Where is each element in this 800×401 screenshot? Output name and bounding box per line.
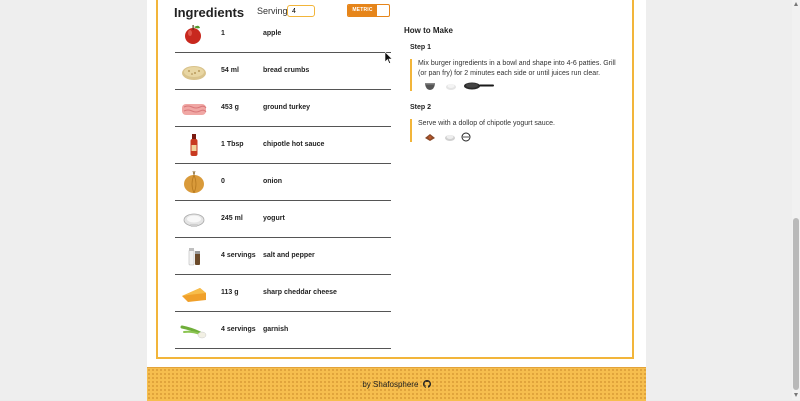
bread-crumbs-icon <box>446 84 456 90</box>
step-2-body: Serve with a dollop of chipotle yogurt s… <box>410 119 625 142</box>
ingredient-quantity: 54 ml <box>221 67 239 74</box>
ingredient-name: salt and pepper <box>263 252 315 259</box>
ingredient-quantity: 0 <box>221 178 225 185</box>
footer-credit-text[interactable]: by Shafosphere <box>362 380 418 389</box>
scroll-down-arrow-icon[interactable] <box>794 393 798 397</box>
ingredient-name: yogurt <box>263 215 285 222</box>
step-1-title: Step 1 <box>410 44 432 51</box>
scroll-up-arrow-icon[interactable] <box>794 2 798 6</box>
bowl-icon <box>425 83 435 90</box>
ingredient-quantity: 4 servings <box>221 326 256 333</box>
yogurt-icon <box>445 134 455 141</box>
ingredient-name: onion <box>263 178 283 185</box>
ingredient-row: 1 Tbsp chipotle hot sauce <box>175 127 391 164</box>
github-icon[interactable] <box>422 380 431 388</box>
how-to-make-title: How to Make <box>404 26 453 35</box>
mouse-cursor-icon <box>385 52 393 64</box>
ingredient-row: 54 ml bread crumbs <box>175 53 391 90</box>
ground-turkey-icon <box>182 104 207 115</box>
onion-icon <box>184 170 204 194</box>
ingredient-name: apple <box>263 30 282 37</box>
ingredient-row: 4 servings salt and pepper <box>175 238 391 275</box>
step-1-tools <box>418 81 625 91</box>
ingredient-name: chipotle hot sauce <box>263 141 325 148</box>
ingredient-row: 1 apple <box>175 16 391 53</box>
ingredient-name: ground turkey <box>263 104 311 111</box>
salt-and-pepper-icon <box>188 248 200 266</box>
ingredient-row: 245 ml yogurt <box>175 201 391 238</box>
ingredient-quantity: 113 g <box>221 289 239 296</box>
step-1-text: Mix burger ingredients in a bowl and sha… <box>418 60 616 77</box>
ingredient-row: 453 g ground turkey <box>175 90 391 127</box>
bowl-icon <box>461 132 471 141</box>
step-2-title: Step 2 <box>410 104 432 111</box>
step-2-tools <box>418 132 625 142</box>
ingredient-row: 4 servings garnish <box>175 312 391 349</box>
frying-pan-icon <box>464 82 494 90</box>
bread-crumbs-icon <box>182 66 206 80</box>
ingredient-row: 113 g sharp cheddar cheese <box>175 275 391 312</box>
ingredient-name: garnish <box>263 326 289 333</box>
ingredient-quantity: 245 ml <box>221 215 243 222</box>
ingredient-name: bread crumbs <box>263 67 310 74</box>
apple-icon <box>185 25 201 44</box>
yogurt-icon <box>183 213 205 227</box>
cheddar-cheese-icon <box>182 288 206 302</box>
step-1-body: Mix burger ingredients in a bowl and sha… <box>410 59 625 91</box>
ingredient-quantity: 1 <box>221 30 225 37</box>
ingredient-row: 0 onion <box>175 164 391 201</box>
footer: by Shafosphere <box>147 367 646 401</box>
ingredient-quantity: 1 Tbsp <box>221 141 244 148</box>
hot-sauce-icon <box>190 134 198 156</box>
footer-credit[interactable]: by Shafosphere <box>147 380 646 389</box>
units-toggle-label: METRIC <box>348 5 377 16</box>
ingredient-quantity: 453 g <box>221 104 239 111</box>
ingredient-name: sharp cheddar cheese <box>263 289 337 296</box>
hot-sauce-icon <box>425 133 435 141</box>
ingredients-list: 1 apple 54 ml bread crumbs 453 g ground … <box>175 16 391 349</box>
ingredient-quantity: 4 servings <box>221 252 256 259</box>
garnish-icon <box>180 325 207 339</box>
step-2-text: Serve with a dollop of chipotle yogurt s… <box>418 120 555 127</box>
scrollbar-thumb[interactable] <box>793 218 799 390</box>
